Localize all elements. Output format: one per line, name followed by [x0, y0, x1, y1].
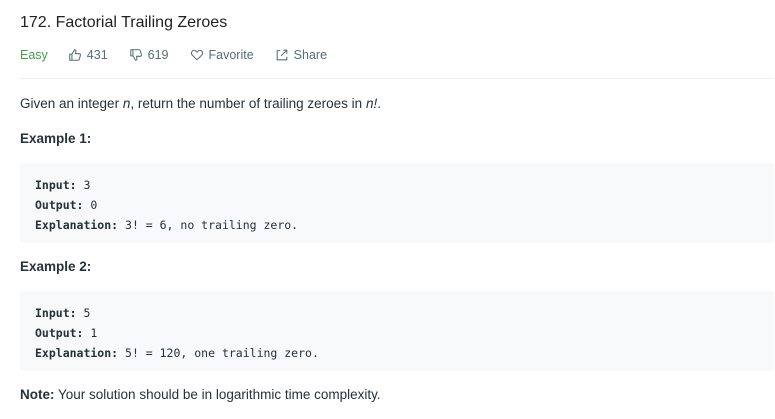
example-input-line: Input: 3 — [35, 175, 759, 195]
heart-icon — [190, 49, 203, 61]
explanation-value: 3! = 6, no trailing zero. — [118, 218, 299, 232]
example-2-code-block: Input: 5 Output: 1 Explanation: 5! = 120… — [20, 291, 774, 371]
example-explanation-line: Explanation: 5! = 120, one trailing zero… — [35, 343, 759, 363]
share-icon — [276, 49, 288, 61]
explanation-label: Explanation: — [35, 218, 119, 232]
output-label: Output: — [35, 198, 84, 212]
dislike-count: 619 — [147, 48, 169, 62]
difficulty-label: Easy — [20, 48, 48, 62]
dislike-button[interactable]: 619 — [129, 48, 169, 62]
problem-meta-bar: Easy 431 619 Favorite Share — [20, 45, 348, 65]
problem-title: 172. Factorial Trailing Zeroes — [20, 14, 228, 31]
output-label: Output: — [35, 326, 84, 340]
favorite-label: Favorite — [208, 48, 254, 62]
input-value: 3 — [76, 178, 91, 192]
share-label: Share — [293, 48, 328, 62]
share-button[interactable]: Share — [275, 48, 327, 62]
thumbs-up-icon — [69, 49, 81, 61]
thumbs-down-icon — [129, 49, 142, 61]
note-text: Your solution should be in logarithmic t… — [54, 387, 381, 402]
statement-text: Given an integer — [20, 96, 123, 111]
example-input-line: Input: 5 — [35, 303, 759, 323]
example-output-line: Output: 0 — [35, 195, 759, 215]
example-1-code-block: Input: 3 Output: 0 Explanation: 3! = 6, … — [20, 163, 774, 243]
statement-text: , return the number of trailing zeroes i… — [130, 96, 366, 111]
explanation-label: Explanation: — [35, 346, 119, 360]
note-label: Note: — [20, 387, 55, 402]
header-divider — [20, 78, 774, 79]
input-value: 5 — [76, 306, 91, 320]
variable-n-factorial: n! — [365, 96, 378, 111]
statement-text: . — [377, 96, 381, 111]
explanation-value: 5! = 120, one trailing zero. — [118, 346, 319, 360]
like-count: 431 — [86, 48, 108, 62]
example-1-heading: Example 1: — [20, 131, 92, 146]
example-2-heading: Example 2: — [20, 259, 92, 274]
output-value: 0 — [83, 198, 98, 212]
complexity-note: Note: Your solution should be in logarit… — [20, 385, 381, 405]
output-value: 1 — [83, 326, 98, 340]
problem-statement: Given an integer n, return the number of… — [20, 94, 381, 114]
example-output-line: Output: 1 — [35, 323, 759, 343]
example-explanation-line: Explanation: 3! = 6, no trailing zero. — [35, 215, 759, 235]
input-label: Input: — [35, 306, 77, 320]
input-label: Input: — [35, 178, 77, 192]
like-button[interactable]: 431 — [68, 48, 108, 62]
favorite-button[interactable]: Favorite — [190, 48, 254, 62]
